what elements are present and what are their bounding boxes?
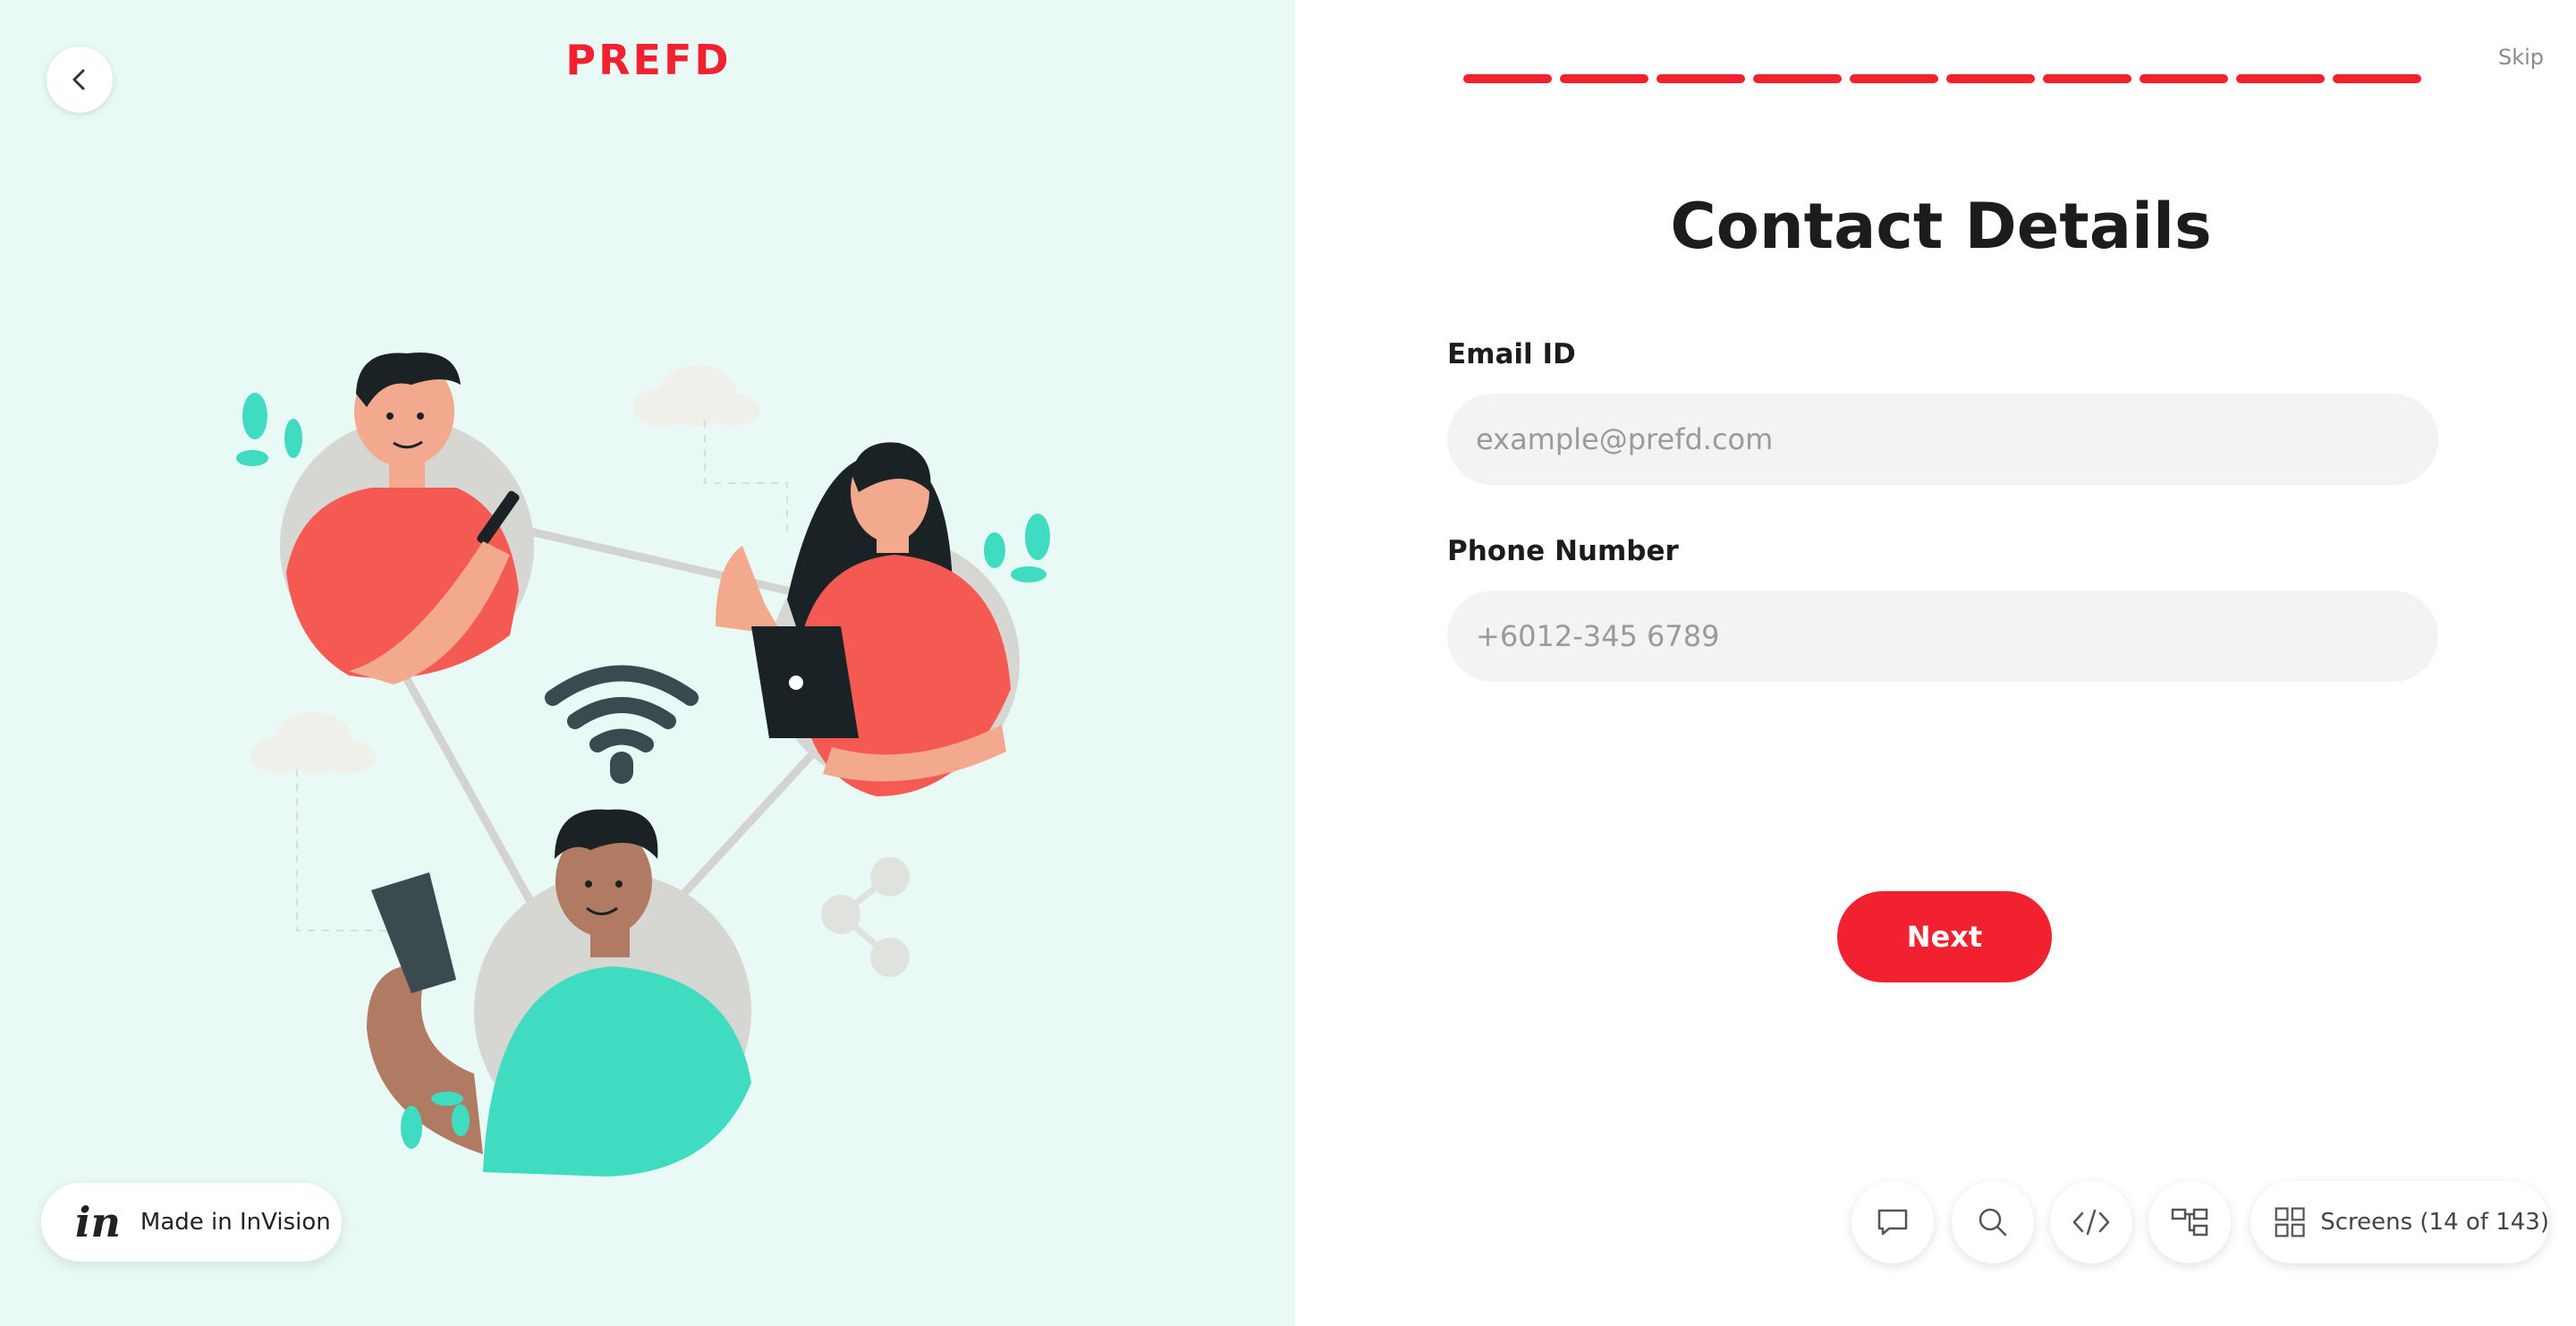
grid-icon <box>2275 1207 2305 1237</box>
progress-step <box>1946 74 2035 83</box>
flow-map-button[interactable] <box>2148 1181 2231 1263</box>
phone-field[interactable] <box>1447 591 2438 682</box>
screens-button[interactable]: Screens (14 of 143) <box>2250 1181 2549 1263</box>
progress-step <box>2043 74 2131 83</box>
code-icon <box>2072 1209 2110 1236</box>
next-button[interactable]: Next <box>1837 891 2052 982</box>
illustration-panel: PREFD in Made in InVision <box>0 0 1295 1326</box>
comment-icon <box>1877 1209 1908 1236</box>
progress-step <box>2236 74 2325 83</box>
progress-step <box>2333 74 2421 83</box>
progress-step <box>1657 74 1745 83</box>
email-label: Email ID <box>1447 338 1576 370</box>
progress-step <box>1463 74 1552 83</box>
back-button[interactable] <box>47 47 113 113</box>
email-field[interactable] <box>1447 394 2438 485</box>
chevron-left-icon <box>72 69 85 90</box>
skip-link[interactable]: Skip <box>2498 45 2544 70</box>
comment-button[interactable] <box>1852 1181 1934 1263</box>
page-title: Contact Details <box>1670 190 2212 263</box>
people-network-illustration <box>236 353 1050 1177</box>
made-in-invision-badge[interactable]: in Made in InVision <box>41 1183 342 1262</box>
progress-step <box>1850 74 1938 83</box>
brand-logo: PREFD <box>565 36 732 84</box>
phone-label: Phone Number <box>1447 535 1679 567</box>
search-button[interactable] <box>1952 1181 2034 1263</box>
flow-map-icon <box>2171 1208 2208 1237</box>
inspect-code-button[interactable] <box>2050 1181 2132 1263</box>
screens-counter: Screens (14 of 143) <box>2320 1209 2549 1236</box>
progress-bar <box>1463 74 2421 83</box>
progress-step <box>2140 74 2228 83</box>
invision-badge-label: Made in InVision <box>140 1209 331 1236</box>
progress-step <box>1560 74 1648 83</box>
search-icon <box>1979 1208 2007 1237</box>
progress-step <box>1753 74 1842 83</box>
invision-logo-icon: in <box>75 1198 121 1246</box>
